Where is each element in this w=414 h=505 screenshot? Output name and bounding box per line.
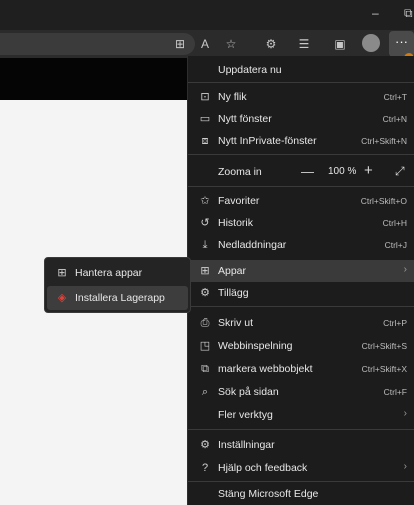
menu-item-new-window[interactable]: ▭ Nytt fönster Ctrl+N bbox=[188, 108, 414, 130]
menu-divider bbox=[188, 481, 414, 482]
fullscreen-icon[interactable]: ⤢ bbox=[395, 164, 405, 179]
find-icon: ⌕ bbox=[201, 386, 209, 398]
address-bar[interactable] bbox=[0, 33, 195, 55]
browser-toolbar: ⊞ A ☆ ⚙ ☰ ▣ bbox=[0, 30, 414, 58]
apps-grid-icon: ⊞ bbox=[57, 267, 67, 279]
menu-item-close-edge[interactable]: Stäng Microsoft Edge bbox=[188, 483, 414, 505]
extensions-icon: ⚙ bbox=[200, 287, 210, 299]
menu-item-new-tab[interactable]: ⊡ Ny flik Ctrl+T bbox=[188, 86, 414, 108]
zoom-out-button[interactable]: — bbox=[301, 164, 314, 179]
inprivate-icon: ⧈ bbox=[201, 135, 209, 147]
menu-divider bbox=[188, 429, 414, 430]
split-screen-icon[interactable]: ⊞ bbox=[171, 35, 189, 53]
menu-item-more-tools[interactable]: Fler verktyg › bbox=[188, 404, 414, 426]
favorites-bar-icon[interactable]: ☰ bbox=[295, 35, 313, 53]
favorite-star-icon[interactable]: ☆ bbox=[222, 35, 240, 53]
extensions-icon[interactable]: ⚙ bbox=[262, 35, 280, 53]
help-icon: ? bbox=[201, 462, 209, 474]
zoom-in-button[interactable]: + bbox=[364, 162, 373, 179]
menu-item-print[interactable]: ⎙ Skriv ut Ctrl+P bbox=[188, 312, 414, 334]
title-bar: – ⧉ bbox=[0, 0, 414, 30]
menu-item-web-select[interactable]: ⧉ markera webbobjekt Ctrl+Skift+X bbox=[188, 358, 414, 380]
chevron-right-icon: › bbox=[403, 461, 407, 472]
favorites-icon: ✩ bbox=[200, 195, 210, 207]
submenu-item-install-app[interactable]: ◈ Installera Lagerapp bbox=[47, 286, 188, 310]
zoom-level: 100 % bbox=[328, 166, 357, 177]
web-select-icon: ⧉ bbox=[201, 363, 209, 375]
menu-divider bbox=[188, 82, 414, 83]
print-icon: ⎙ bbox=[200, 317, 210, 329]
submenu-item-manage-apps[interactable]: ⊞ Hantera appar bbox=[47, 261, 188, 285]
new-tab-icon: ⊡ bbox=[200, 91, 210, 103]
collections-icon[interactable]: ▣ bbox=[331, 35, 349, 53]
read-aloud-icon[interactable]: A bbox=[196, 35, 214, 53]
web-capture-icon: ◳ bbox=[199, 340, 211, 352]
menu-item-history[interactable]: ↺ Historik Ctrl+H bbox=[188, 212, 414, 234]
menu-divider bbox=[188, 154, 414, 155]
menu-divider bbox=[188, 186, 414, 187]
chevron-right-icon: › bbox=[403, 408, 407, 419]
chevron-right-icon: › bbox=[403, 264, 407, 275]
menu-item-favorites[interactable]: ✩ Favoriter Ctrl+Skift+O bbox=[188, 190, 414, 212]
menu-item-update[interactable]: Uppdatera nu bbox=[188, 59, 414, 81]
menu-item-extensions[interactable]: ⚙ Tillägg bbox=[188, 282, 414, 304]
settings-menu: Uppdatera nu ⊡ Ny flik Ctrl+T ▭ Nytt fön… bbox=[187, 56, 414, 505]
menu-item-find[interactable]: ⌕ Sök på sidan Ctrl+F bbox=[188, 381, 414, 403]
app-logo-icon: ◈ bbox=[57, 292, 67, 304]
history-icon: ↺ bbox=[200, 217, 210, 229]
new-window-icon: ▭ bbox=[199, 113, 211, 125]
minimize-button[interactable]: – bbox=[372, 6, 379, 20]
page-header-strip bbox=[0, 58, 195, 100]
apps-icon: ⊞ bbox=[200, 265, 210, 277]
apps-submenu: ⊞ Hantera appar ◈ Installera Lagerapp bbox=[44, 257, 191, 313]
menu-item-help[interactable]: ? Hjälp och feedback › bbox=[188, 457, 414, 479]
gear-icon: ⚙ bbox=[200, 439, 210, 451]
menu-item-settings[interactable]: ⚙ Inställningar bbox=[188, 434, 414, 456]
profile-icon[interactable] bbox=[362, 34, 380, 52]
menu-item-web-capture[interactable]: ◳ Webbinspelning Ctrl+Skift+S bbox=[188, 335, 414, 357]
menu-item-apps[interactable]: ⊞ Appar › bbox=[188, 260, 414, 282]
menu-divider bbox=[188, 306, 414, 307]
download-icon: ⤓ bbox=[202, 239, 208, 251]
menu-item-zoom: Zooma in — 100 % + ⤢ bbox=[218, 162, 405, 179]
menu-item-new-inprivate[interactable]: ⧈ Nytt InPrivate-fönster Ctrl+Skift+N bbox=[188, 130, 414, 152]
menu-item-downloads[interactable]: ⤓ Nedladdningar Ctrl+J bbox=[188, 234, 414, 256]
restore-button[interactable]: ⧉ bbox=[404, 6, 413, 21]
